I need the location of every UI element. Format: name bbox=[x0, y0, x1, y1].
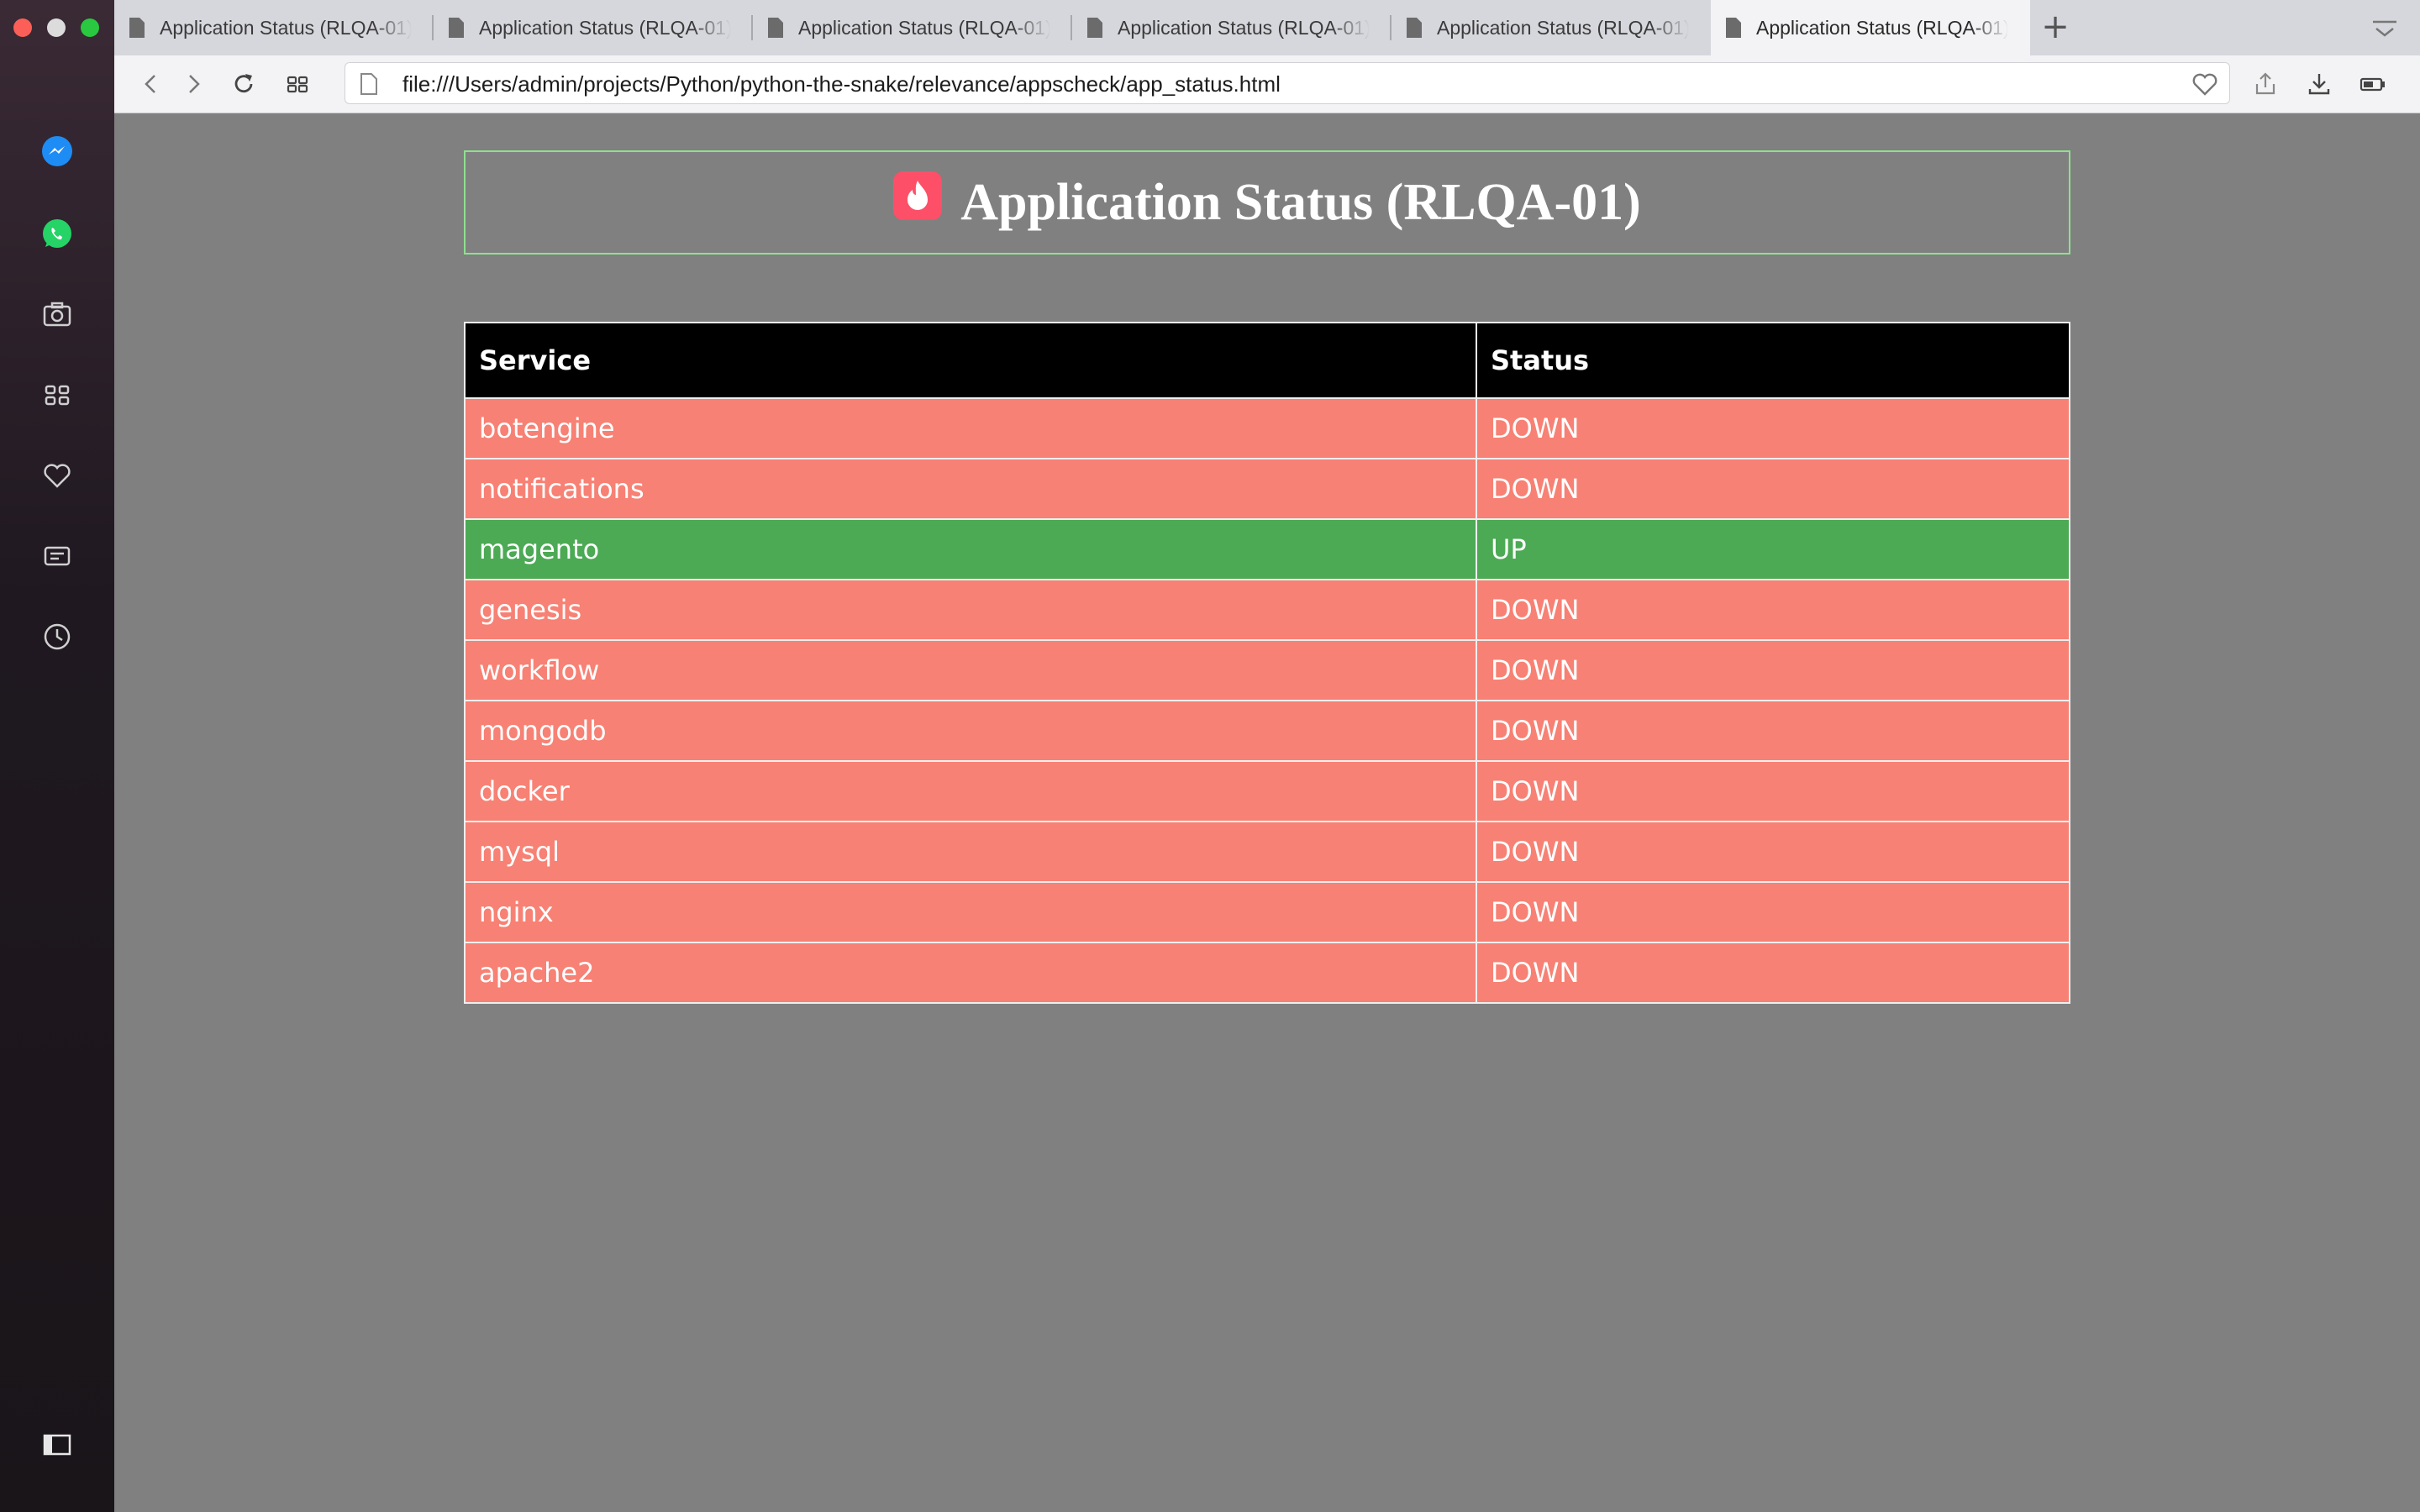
status-cell: DOWN bbox=[1476, 458, 2070, 520]
status-cell: UP bbox=[1476, 518, 2070, 580]
messenger-icon[interactable] bbox=[37, 131, 77, 171]
document-icon bbox=[1087, 18, 1102, 38]
heart-icon[interactable] bbox=[37, 455, 77, 496]
tab-title: Application Status (RLQA-01) bbox=[160, 16, 412, 39]
service-cell: mongodb bbox=[464, 700, 1477, 762]
browser-tab[interactable]: Application Status (RLQA-01) bbox=[434, 0, 753, 55]
service-cell: genesis bbox=[464, 579, 1477, 641]
table-header-row: Service Status bbox=[464, 322, 2070, 399]
service-cell: workflow bbox=[464, 639, 1477, 701]
close-window-button[interactable] bbox=[13, 18, 32, 37]
column-header-service: Service bbox=[464, 322, 1477, 399]
service-cell: notifications bbox=[464, 458, 1477, 520]
maximize-window-button[interactable] bbox=[81, 18, 99, 37]
address-bar[interactable]: file:///Users/admin/projects/Python/pyth… bbox=[345, 62, 2230, 104]
table-row: apache2 DOWN bbox=[464, 942, 2070, 1004]
page-icon bbox=[360, 73, 377, 95]
status-table: Service Status botengine DOWN notificati… bbox=[464, 322, 2070, 1004]
document-icon bbox=[1726, 18, 1741, 38]
whatsapp-icon[interactable] bbox=[37, 213, 77, 254]
download-icon bbox=[2308, 74, 2330, 95]
minimize-window-button[interactable] bbox=[47, 18, 66, 37]
browser-tab[interactable]: Application Status (RLQA-01) bbox=[753, 0, 1072, 55]
downloads-button[interactable] bbox=[2302, 67, 2336, 101]
service-cell: botengine bbox=[464, 397, 1477, 459]
table-row: magento UP bbox=[464, 518, 2070, 580]
battery-saver-button[interactable] bbox=[2356, 67, 2390, 101]
document-icon bbox=[768, 18, 783, 38]
service-cell: magento bbox=[464, 518, 1477, 580]
table-row: nginx DOWN bbox=[464, 881, 2070, 943]
tab-title: Application Status (RLQA-01) bbox=[1118, 16, 1370, 39]
browser-tab[interactable]: Application Status (RLQA-01) bbox=[114, 0, 434, 55]
share-icon bbox=[2255, 72, 2275, 95]
navigation-bar: file:///Users/admin/projects/Python/pyth… bbox=[114, 55, 2420, 113]
battery-icon bbox=[2360, 77, 2385, 92]
tab-title: Application Status (RLQA-01) bbox=[1756, 16, 2008, 39]
status-cell: DOWN bbox=[1476, 760, 2070, 822]
document-icon bbox=[449, 18, 464, 38]
tab-menu-icon[interactable] bbox=[2368, 17, 2402, 42]
service-cell: docker bbox=[464, 760, 1477, 822]
service-cell: apache2 bbox=[464, 942, 1477, 1004]
browser-tab-active[interactable]: Application Status (RLQA-01) bbox=[1711, 0, 2030, 55]
table-row: mysql DOWN bbox=[464, 821, 2070, 883]
url-text[interactable]: file:///Users/admin/projects/Python/pyth… bbox=[402, 71, 1281, 97]
reload-icon bbox=[234, 74, 253, 93]
service-cell: mysql bbox=[464, 821, 1477, 883]
browser-tab[interactable]: Application Status (RLQA-01) bbox=[1392, 0, 1711, 55]
share-button[interactable] bbox=[2249, 67, 2282, 101]
page-content: Application Status (RLQA-01) Service Sta… bbox=[114, 113, 2420, 1512]
status-cell: DOWN bbox=[1476, 579, 2070, 641]
news-icon[interactable] bbox=[37, 536, 77, 576]
table-row: docker DOWN bbox=[464, 760, 2070, 822]
browser-sidebar bbox=[0, 0, 114, 1512]
status-cell: DOWN bbox=[1476, 639, 2070, 701]
page-header: Application Status (RLQA-01) bbox=[464, 150, 2070, 255]
tab-bar: Application Status (RLQA-01) Application… bbox=[114, 0, 2420, 56]
status-cell: DOWN bbox=[1476, 942, 2070, 1004]
document-icon bbox=[129, 18, 145, 38]
table-row: mongodb DOWN bbox=[464, 700, 2070, 762]
status-cell: DOWN bbox=[1476, 881, 2070, 943]
bookmark-heart-icon[interactable] bbox=[2191, 70, 2219, 98]
chevron-right-icon bbox=[189, 75, 200, 93]
table-row: notifications DOWN bbox=[464, 458, 2070, 520]
grid-icon bbox=[287, 76, 308, 93]
tab-title: Application Status (RLQA-01) bbox=[479, 16, 731, 39]
speed-dial-icon[interactable] bbox=[37, 375, 77, 415]
new-tab-button[interactable]: + bbox=[2039, 10, 2072, 45]
browser-tab[interactable]: Application Status (RLQA-01) bbox=[1072, 0, 1392, 55]
history-icon[interactable] bbox=[37, 617, 77, 657]
page-title: Application Status (RLQA-01) bbox=[960, 173, 1641, 231]
sidebar-toggle-icon[interactable] bbox=[37, 1425, 77, 1465]
status-cell: DOWN bbox=[1476, 397, 2070, 459]
flame-logo-icon bbox=[893, 171, 943, 220]
chevron-left-icon bbox=[145, 75, 155, 93]
back-button[interactable] bbox=[134, 67, 168, 101]
tab-title: Application Status (RLQA-01) bbox=[798, 16, 1050, 39]
document-icon bbox=[1407, 18, 1422, 38]
reload-button[interactable] bbox=[227, 67, 260, 101]
forward-button[interactable] bbox=[176, 67, 210, 101]
table-row: workflow DOWN bbox=[464, 639, 2070, 701]
table-row: genesis DOWN bbox=[464, 579, 2070, 641]
status-cell: DOWN bbox=[1476, 700, 2070, 762]
tab-grid-button[interactable] bbox=[281, 67, 314, 101]
status-cell: DOWN bbox=[1476, 821, 2070, 883]
tab-title: Application Status (RLQA-01) bbox=[1437, 16, 1689, 39]
service-cell: nginx bbox=[464, 881, 1477, 943]
table-row: botengine DOWN bbox=[464, 397, 2070, 459]
camera-icon[interactable] bbox=[37, 294, 77, 334]
column-header-status: Status bbox=[1476, 322, 2070, 399]
